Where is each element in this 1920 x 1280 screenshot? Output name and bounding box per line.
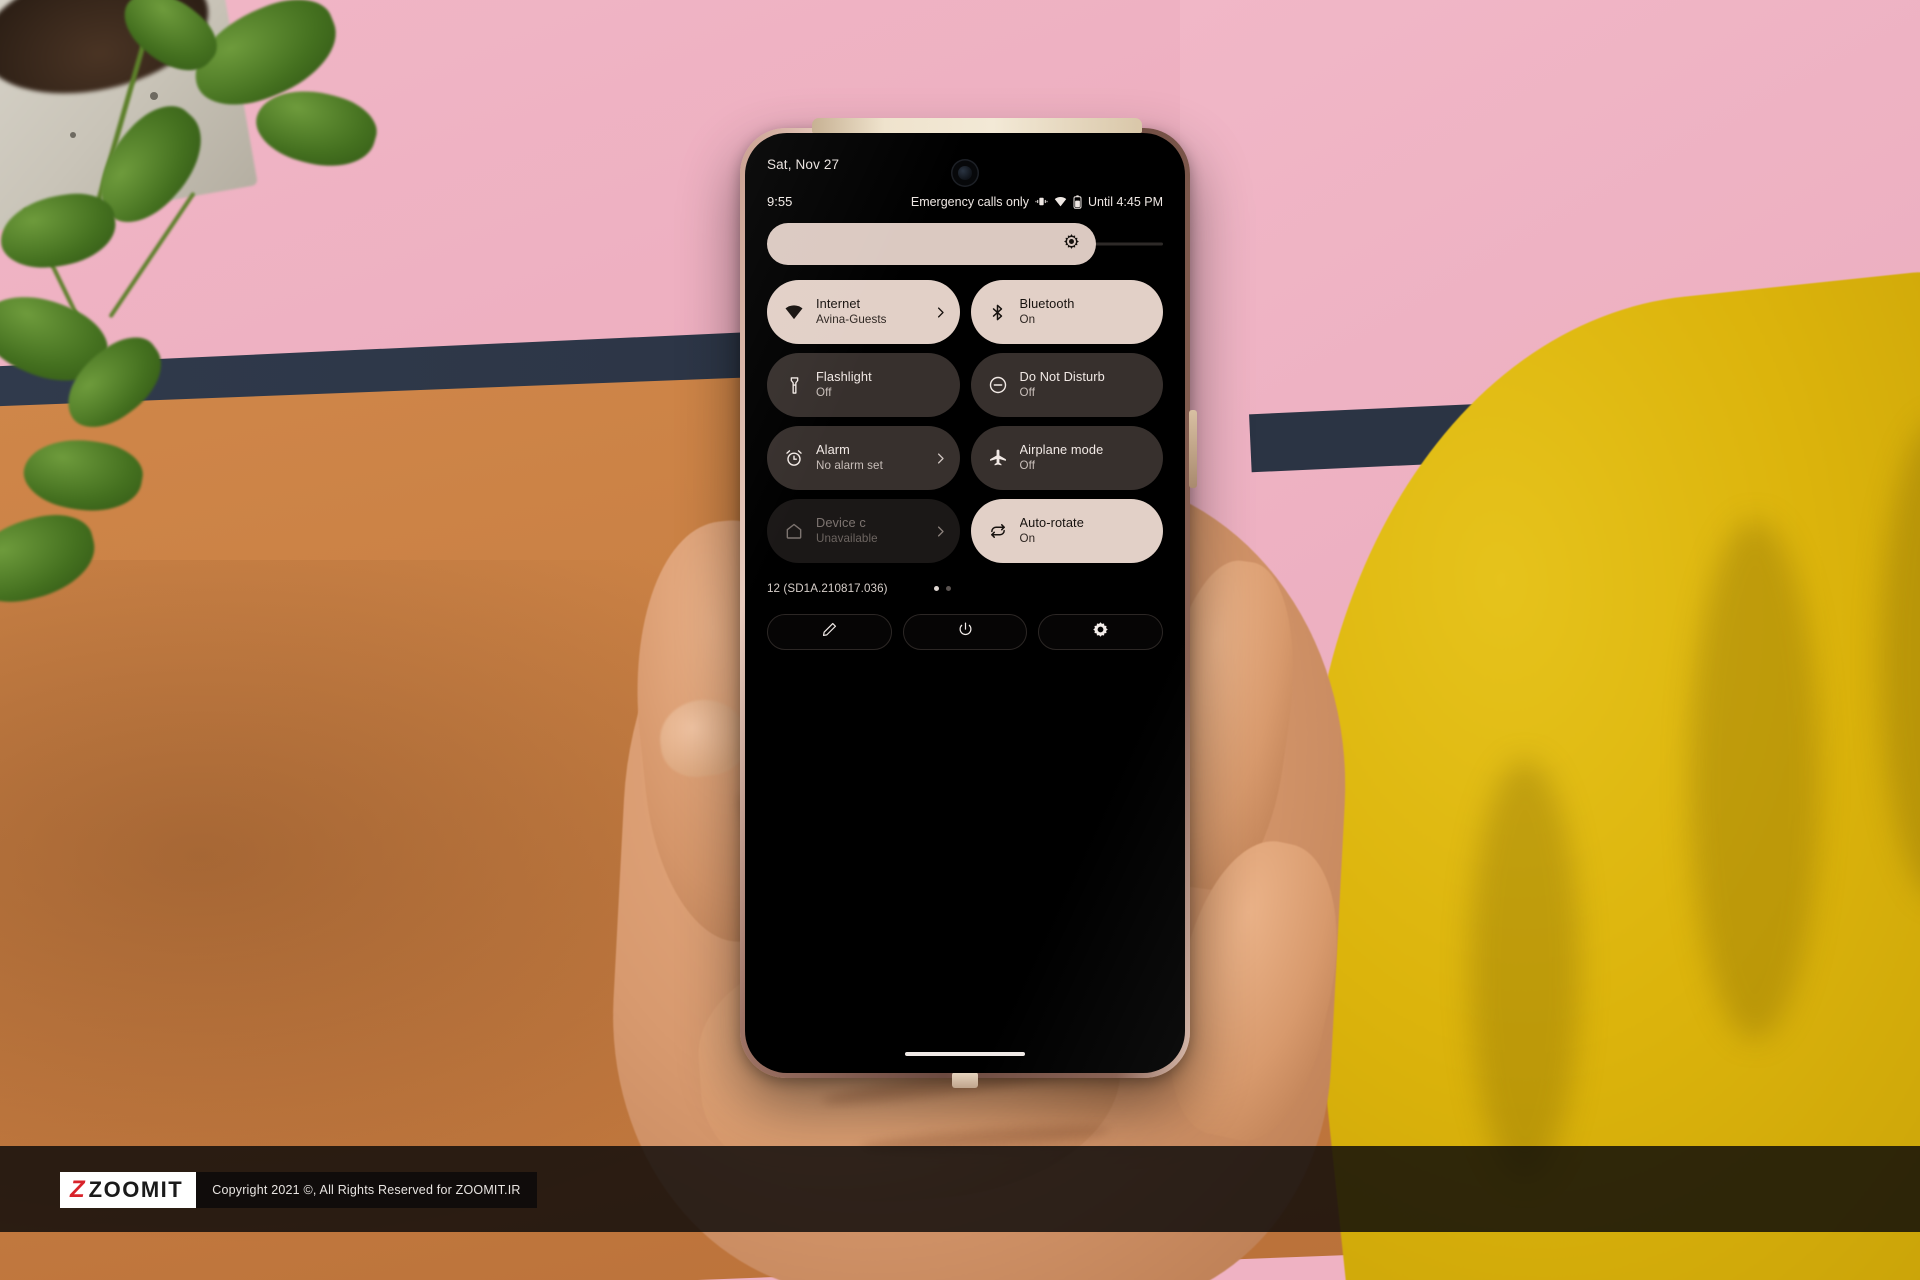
sleeve-fold (1470, 760, 1580, 1180)
zoomit-logo-text: ZOOMIT (88, 1177, 184, 1202)
chevron-right-icon[interactable] (929, 524, 948, 539)
sleeve-fold (1690, 520, 1820, 1040)
battery-icon (1073, 194, 1082, 209)
power-button[interactable] (902, 614, 1028, 650)
zoomit-logo: Z ZOOMIT (60, 1172, 197, 1208)
qs-tile-bluetooth[interactable]: Bluetooth On (970, 280, 1163, 344)
smartphone: Sat, Nov 27 9:55 Emergency calls only Un… (740, 118, 1197, 1088)
do-not-disturb-icon (987, 374, 1009, 396)
chevron-right-icon[interactable] (929, 451, 948, 466)
qs-tile-subtitle: No alarm set (816, 459, 883, 473)
qs-tile-flashlight[interactable]: Flashlight Off (767, 353, 960, 417)
wifi-icon (783, 301, 805, 323)
phone-screen[interactable]: Sat, Nov 27 9:55 Emergency calls only Un… (745, 133, 1185, 1073)
phone-bottom-antenna-band (952, 1072, 978, 1088)
brightness-icon (1063, 233, 1080, 255)
alarm-icon (783, 447, 805, 469)
page-indicator (933, 585, 951, 591)
airplane-icon (987, 447, 1009, 469)
qs-tile-title: Auto-rotate (1019, 515, 1084, 531)
carrier-label: Emergency calls only (910, 194, 1029, 209)
wifi-icon (1054, 195, 1067, 208)
qs-tile-title: Internet (816, 296, 861, 312)
qs-action-bar (767, 614, 1164, 650)
qs-tile-subtitle: Unavailable (816, 532, 878, 546)
flashlight-icon (783, 374, 805, 396)
qs-tile-text: Airplane mode Off (1020, 442, 1104, 473)
qs-tile-internet[interactable]: Internet Avina-Guests (767, 280, 960, 344)
qs-tile-title: Device c (816, 515, 866, 531)
auto-rotate-icon (987, 520, 1009, 542)
qs-tile-text: Internet Avina-Guests (816, 296, 887, 327)
brightness-fill[interactable] (767, 223, 1096, 265)
qs-tile-title: Bluetooth (1019, 296, 1075, 312)
qs-tile-text: Device c Unavailable (816, 515, 878, 546)
qs-footer: 12 (SD1A.210817.036) (767, 579, 1163, 597)
qs-tile-airplane-mode[interactable]: Airplane mode Off (970, 426, 1163, 490)
quick-settings-panel: Sat, Nov 27 9:55 Emergency calls only Un… (745, 133, 1185, 1073)
edit-tiles-button[interactable] (767, 614, 892, 650)
status-clock: 9:55 (767, 194, 793, 209)
zoomit-logo-mark: Z (70, 1176, 85, 1203)
qs-tile-title: Do Not Disturb (1019, 369, 1105, 385)
qs-tile-text: Alarm No alarm set (816, 442, 883, 473)
photo-scene: Sat, Nov 27 9:55 Emergency calls only Un… (0, 0, 1920, 1280)
battery-estimate-label: Until 4:45 PM (1087, 194, 1163, 209)
home-icon (783, 520, 805, 542)
watermark: Z ZOOMIT Copyright 2021 ©, All Rights Re… (60, 1172, 537, 1208)
settings-button[interactable] (1038, 614, 1164, 650)
qs-tile-subtitle: Off (1019, 459, 1036, 473)
page-dot-active[interactable] (933, 585, 939, 591)
chevron-right-icon[interactable] (929, 305, 948, 320)
qs-tile-title: Alarm (816, 442, 850, 458)
qs-tile-device-controls[interactable]: Device c Unavailable (767, 499, 960, 563)
qs-tile-do-not-disturb[interactable]: Do Not Disturb Off (970, 353, 1163, 417)
vibrate-icon (1035, 195, 1048, 208)
page-dot[interactable] (945, 585, 951, 591)
pot-speck (150, 92, 158, 100)
power-icon (957, 621, 974, 643)
qs-tile-auto-rotate[interactable]: Auto-rotate On (970, 499, 1163, 563)
qs-tile-text: Flashlight Off (816, 369, 872, 400)
qs-tile-title: Flashlight (816, 369, 872, 385)
status-bar-right: Emergency calls only Until 4:45 PM (911, 195, 1163, 209)
gesture-navigation-bar[interactable] (905, 1052, 1025, 1056)
qs-tile-subtitle: On (1019, 532, 1036, 546)
qs-tile-grid: Internet Avina-Guests Bluetooth On Flash… (767, 280, 1163, 563)
pot-speck (70, 132, 76, 138)
qs-tile-subtitle: Off (1019, 386, 1036, 400)
phone-power-button[interactable] (1189, 410, 1197, 488)
qs-tile-subtitle: Avina-Guests (816, 313, 887, 327)
phone-top-edge (812, 118, 1142, 133)
build-number-label: 12 (SD1A.210817.036) (767, 581, 888, 595)
qs-tile-text: Auto-rotate On (1020, 515, 1084, 546)
qs-tile-alarm[interactable]: Alarm No alarm set (767, 426, 960, 490)
qs-tile-text: Bluetooth On (1020, 296, 1075, 327)
bluetooth-icon (987, 301, 1009, 323)
qs-tile-subtitle: On (1019, 313, 1036, 327)
brightness-slider[interactable] (767, 223, 1163, 265)
qs-tile-subtitle: Off (816, 386, 832, 400)
status-bar: 9:55 Emergency calls only Until 4:45 PM (767, 194, 1163, 209)
pencil-icon (821, 621, 838, 643)
front-camera-icon (951, 159, 979, 187)
qs-tile-title: Airplane mode (1019, 442, 1104, 458)
copyright-label: Copyright 2021 ©, All Rights Reserved fo… (196, 1172, 537, 1208)
qs-tile-text: Do Not Disturb Off (1020, 369, 1105, 400)
gear-icon (1092, 621, 1109, 643)
